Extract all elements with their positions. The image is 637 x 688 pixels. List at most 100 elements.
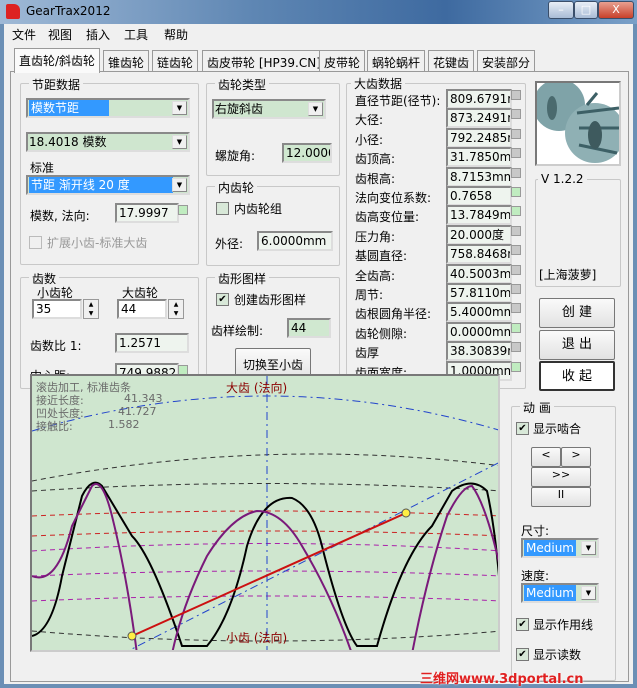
gear-data-value[interactable]: 5.4000mm (446, 302, 512, 323)
helix-angle-field[interactable]: 12.0000 (282, 143, 332, 163)
recess-value: 41.727 (118, 405, 157, 418)
outer-diameter-field[interactable]: 6.0000mm (257, 231, 333, 251)
lock-indicator[interactable] (511, 225, 521, 236)
gear-data-value[interactable]: 31.7850mm (446, 147, 512, 168)
tab-pulley[interactable]: 皮带轮 (319, 50, 366, 72)
internal-gear-title: 内齿轮 (215, 179, 258, 196)
gear-pitch-circle (32, 395, 498, 432)
gear-data-value[interactable]: 792.2485mm (446, 127, 512, 148)
chevron-down-icon[interactable]: ▼ (172, 101, 187, 115)
gear-data-value[interactable]: 38.30839mm (446, 341, 512, 362)
gear-data-label: 周节: (355, 288, 384, 302)
collapse-button[interactable]: 收 起 (539, 361, 615, 391)
gear-data-value[interactable]: 8.7153mm (446, 166, 512, 187)
size-select[interactable]: Medium ▼ (521, 538, 599, 558)
minimize-button[interactable]: – (548, 1, 574, 19)
tab-spur-helical[interactable]: 直齿轮/斜齿轮 (14, 48, 101, 73)
menu-view[interactable]: 视图 (44, 26, 76, 43)
step-back-button[interactable]: < (531, 447, 561, 467)
menu-tools[interactable]: 工具 (120, 26, 152, 43)
speed-label: 速度: (521, 569, 550, 583)
menu-insert[interactable]: 插入 (82, 26, 114, 43)
pinion-stepper[interactable]: ▲ ▼ (83, 299, 99, 319)
show-action-line-checkbox[interactable]: ✔ (516, 618, 529, 631)
gear-data-value[interactable]: 40.5003mm (446, 263, 512, 284)
pinion-normal-label: 小齿 (法向) (226, 631, 288, 645)
gear-data-value[interactable]: 873.2491mm (446, 108, 512, 129)
gear-data-value[interactable]: 758.8468mm (446, 244, 512, 265)
gear-teeth-input[interactable]: 44 (117, 299, 167, 319)
gear-data-label: 齿根圆角半径: (355, 307, 432, 322)
maximize-button[interactable]: □ (574, 1, 598, 19)
lock-indicator[interactable] (511, 322, 521, 333)
gear-data-value[interactable]: 57.8110mm (446, 283, 512, 303)
internal-gear-checkbox[interactable] (216, 202, 229, 215)
chevron-down-icon[interactable]: ▼ (581, 541, 596, 555)
lock-indicator[interactable] (511, 90, 521, 100)
standard-select[interactable]: 节距 渐开线 20 度 ▼ (26, 175, 190, 195)
lock-indicator[interactable] (511, 284, 521, 294)
normal-module-field[interactable]: 17.9997 (115, 203, 179, 223)
chevron-down-icon[interactable]: ▼ (581, 586, 596, 600)
create-button[interactable]: 创 建 (539, 298, 615, 328)
chevron-down-icon[interactable]: ▼ (172, 178, 187, 192)
module-select[interactable]: 18.4018 模数 ▼ (26, 132, 190, 152)
tab-bevel[interactable]: 锥齿轮 (103, 50, 150, 72)
tab-worm[interactable]: 蜗轮蜗杆 (367, 50, 426, 72)
chevron-down-icon[interactable]: ▼ (172, 135, 187, 149)
show-mesh-label: 显示啮合 (533, 422, 582, 436)
lock-indicator[interactable] (511, 303, 521, 314)
pitch-data-group: 节距数据 模数节距 ▼ 18.4018 模数 ▼ 标准 节距 渐开线 20 度 ▼ 模… (20, 76, 199, 265)
chevron-down-icon[interactable]: ▼ (308, 102, 323, 116)
draw-teeth-label: 齿样绘制: (211, 324, 264, 338)
close-button[interactable]: X (598, 1, 634, 19)
lock-indicator[interactable] (511, 342, 521, 353)
lock-indicator[interactable] (178, 205, 188, 215)
gear-type-group: 齿轮类型 右旋斜齿 ▼ 螺旋角: 12.0000 (206, 76, 340, 176)
lock-indicator[interactable] (511, 187, 521, 197)
lock-indicator[interactable] (511, 148, 521, 159)
step-forward-button[interactable]: > (561, 447, 591, 467)
show-readout-checkbox[interactable]: ✔ (516, 648, 529, 661)
lock-indicator[interactable] (511, 109, 521, 120)
mesh-plot[interactable]: 滚齿加工, 标准齿条 接近长度: 41.343 凹处长度: 41.727 接触比… (30, 374, 500, 652)
standard-value: 节距 渐开线 20 度 (29, 177, 173, 193)
gear-data-label: 齿顶高: (355, 152, 396, 167)
extend-checkbox[interactable] (29, 236, 42, 249)
pause-button[interactable]: II (531, 487, 591, 507)
menu-help[interactable]: 帮助 (160, 26, 192, 43)
tab-spline[interactable]: 花键齿 (428, 50, 475, 72)
gear-data-value[interactable]: 20.000度 (446, 224, 512, 245)
gear-data-value[interactable]: 0.7658 (446, 186, 512, 206)
menu-file[interactable]: 文件 (8, 26, 40, 43)
gear-data-label: 基圆直径: (355, 249, 408, 264)
tab-mounting[interactable]: 安装部分 (477, 50, 536, 72)
pinion-teeth-input[interactable]: 35 (32, 299, 82, 319)
play-button[interactable]: >> (531, 467, 591, 487)
gear-data-value[interactable]: 0.0000mm (446, 321, 512, 342)
show-mesh-checkbox[interactable]: ✔ (516, 422, 529, 435)
gear-data-value[interactable]: 13.7849mm (446, 205, 512, 226)
pitch-type-select[interactable]: 模数节距 ▼ (26, 98, 190, 118)
lock-indicator[interactable] (511, 128, 521, 139)
gear-data-title: 大齿数据 (351, 75, 406, 92)
gear-type-select[interactable]: 右旋斜齿 ▼ (212, 99, 326, 119)
pinion-circle-3 (32, 595, 498, 602)
lock-indicator[interactable] (511, 206, 521, 217)
exit-button[interactable]: 退 出 (539, 330, 615, 360)
gear-stepper[interactable]: ▲ ▼ (168, 299, 184, 319)
lock-indicator[interactable] (511, 167, 521, 178)
lock-indicator[interactable] (511, 245, 521, 256)
speed-select[interactable]: Medium ▼ (521, 583, 599, 603)
animation-title: 动 画 (520, 399, 554, 416)
draw-teeth-field[interactable]: 44 (287, 318, 331, 338)
tab-sprocket[interactable]: 链齿轮 (152, 50, 199, 72)
gear-data-label: 法向变位系数: (355, 191, 432, 205)
lock-indicator[interactable] (511, 361, 521, 372)
gear-data-value[interactable]: 809.6791mm (446, 89, 512, 109)
gear-mesh-drawing (32, 376, 498, 650)
lock-indicator[interactable] (511, 264, 521, 275)
standard-label: 标准 (30, 161, 55, 175)
tab-timing-pulley[interactable]: 齿皮带轮 [HP39.CN] (202, 50, 326, 72)
create-profile-checkbox[interactable]: ✔ (216, 293, 229, 306)
